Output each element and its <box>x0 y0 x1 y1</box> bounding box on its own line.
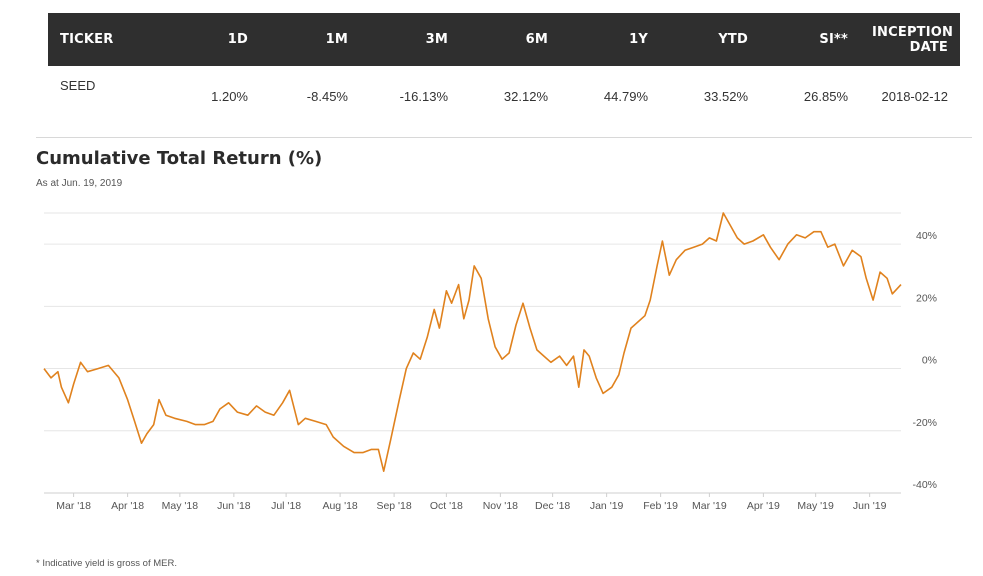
header-ytd[interactable]: YTD <box>660 13 760 66</box>
x-tick-label: Jun '19 <box>853 500 887 512</box>
x-tick-label: Jun '18 <box>217 500 251 512</box>
y-tick-label: 40% <box>916 230 937 242</box>
cell-1y: 44.79% <box>603 88 648 104</box>
y-axis-ticks: 40% 20% 0% -20% -40% <box>912 230 937 491</box>
cell-1m: -8.45% <box>306 88 348 104</box>
cell-ytd: 33.52% <box>703 88 748 104</box>
y-tick-label: 20% <box>916 292 937 304</box>
x-tick-label: Mar '18 <box>56 500 91 512</box>
header-6m[interactable]: 6M <box>460 13 560 66</box>
header-1y[interactable]: 1Y <box>560 13 660 66</box>
cell-ticker: SEED <box>60 78 96 93</box>
x-tick-label: May '19 <box>797 500 834 512</box>
series-line[interactable] <box>43 212 902 472</box>
chart-subtitle: As at Jun. 19, 2019 <box>36 178 123 189</box>
x-tick-label: Dec '18 <box>535 500 570 512</box>
y-tick-label: 0% <box>922 355 937 367</box>
x-tick-label: Apr '18 <box>111 500 144 512</box>
footnote: * Indicative yield is gross of MER. <box>36 558 177 569</box>
header-ticker[interactable]: TICKER <box>48 13 160 66</box>
performance-table: TICKER 1D 1M 3M 6M 1Y YTD SI** INCEPTION… <box>48 13 960 126</box>
cell-1d: 1.20% <box>211 88 248 104</box>
y-tick-label: -20% <box>912 417 937 429</box>
cumulative-return-chart[interactable]: 40% 20% 0% -20% -40% Mar '18 Apr '18 May '18 Ju… <box>0 195 983 520</box>
x-tick-label: Aug '18 <box>322 500 357 512</box>
x-tick-label: May '18 <box>162 500 199 512</box>
performance-table-header: TICKER 1D 1M 3M 6M 1Y YTD SI** INCEPTION… <box>48 13 960 66</box>
cell-inception-date: 2018-02-12 <box>881 88 949 104</box>
chart-gridlines <box>44 212 901 494</box>
y-tick-label: -40% <box>912 479 937 491</box>
table-row: SEED 1.20% -8.45% -16.13% 32.12% 44.79% … <box>48 66 960 126</box>
header-inception-date[interactable]: INCEPTION DATE <box>860 13 960 66</box>
cell-6m: 32.12% <box>503 88 548 104</box>
cell-si: 26.85% <box>803 88 848 104</box>
header-3m[interactable]: 3M <box>360 13 460 66</box>
header-si[interactable]: SI** <box>760 13 860 66</box>
chart-title: Cumulative Total Return (%) <box>36 148 323 169</box>
x-tick-label: Feb '19 <box>643 500 678 512</box>
header-1m[interactable]: 1M <box>260 13 360 66</box>
x-tick-label: Jul '18 <box>271 500 301 512</box>
cell-3m: -16.13% <box>399 88 448 104</box>
x-tick-label: Sep '18 <box>376 500 411 512</box>
x-tick-label: Apr '19 <box>747 500 780 512</box>
section-divider <box>36 137 972 138</box>
chart-series <box>43 212 902 472</box>
x-axis-ticks: Mar '18 Apr '18 May '18 Jun '18 Jul '18 Aug '… <box>56 493 887 512</box>
x-tick-label: Jan '19 <box>590 500 624 512</box>
header-1d[interactable]: 1D <box>160 13 260 66</box>
x-tick-label: Mar '19 <box>692 500 727 512</box>
x-tick-label: Nov '18 <box>483 500 518 512</box>
x-tick-label: Oct '18 <box>430 500 463 512</box>
